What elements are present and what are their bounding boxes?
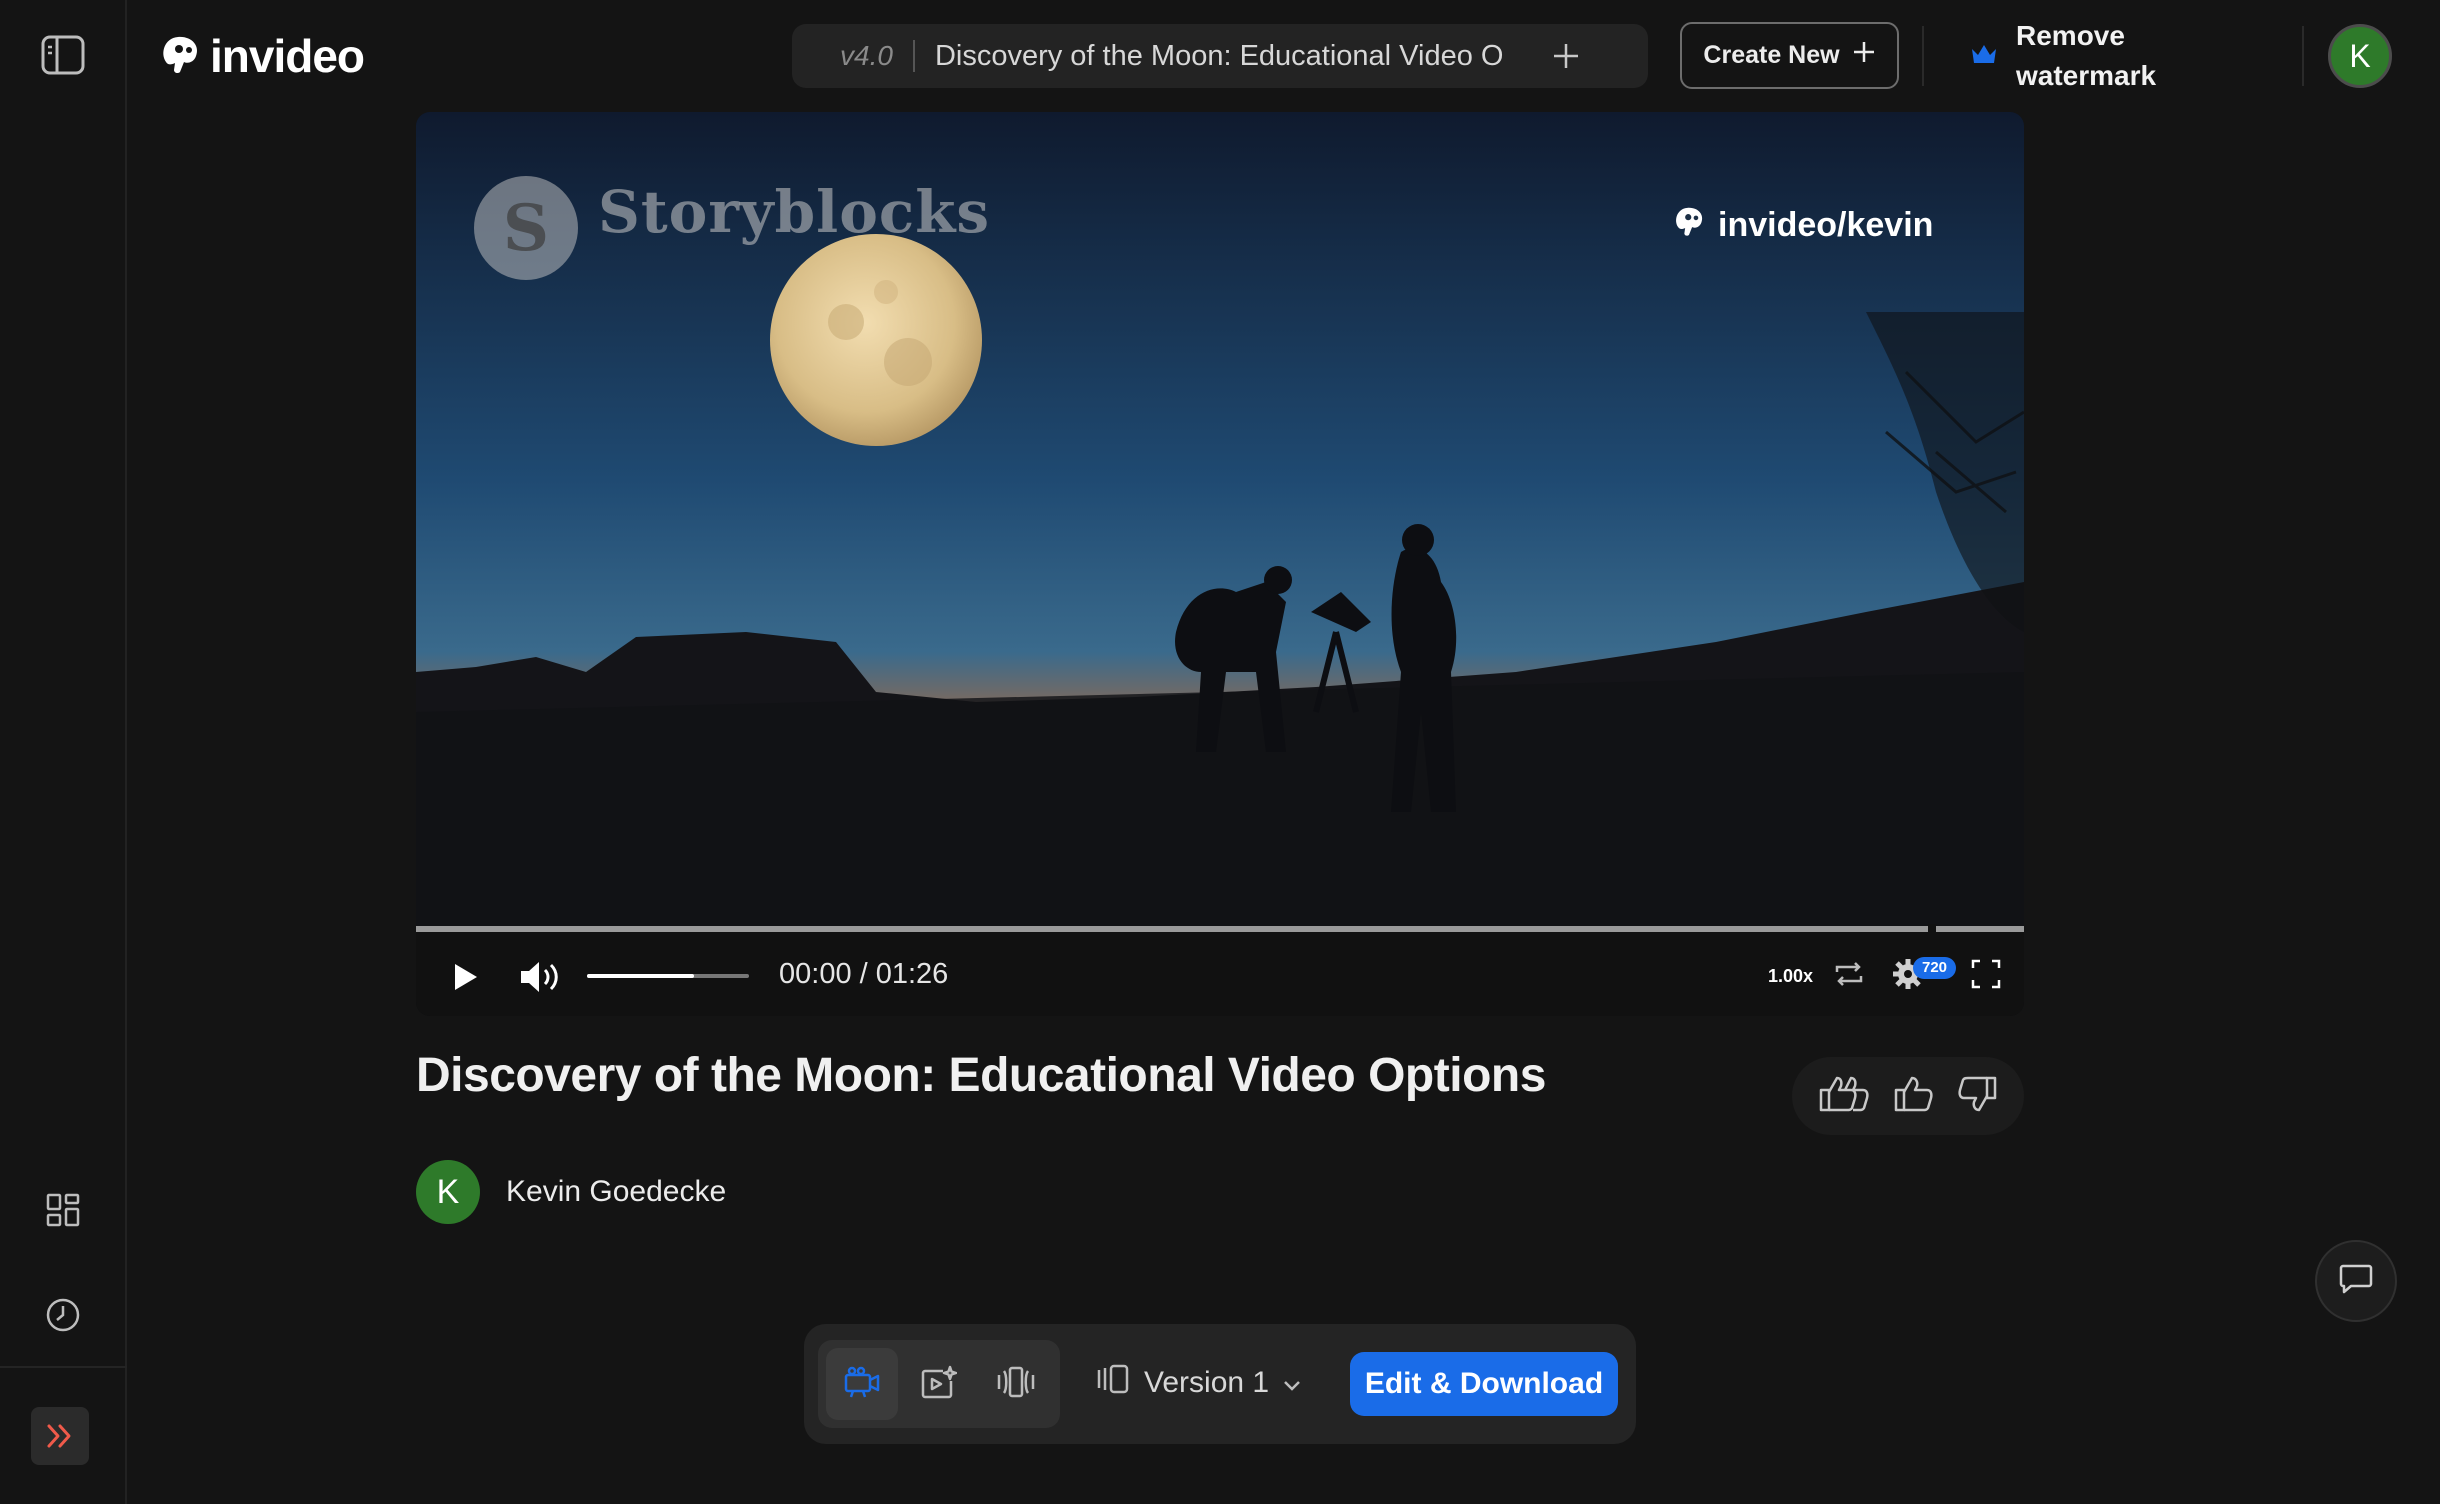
header-divider xyxy=(1922,26,1924,86)
add-icon[interactable] xyxy=(1550,40,1582,72)
playback-speed[interactable]: 1.00x xyxy=(1768,966,1813,987)
video-player[interactable]: S Storyblocks invideo/kevin 00:00 / 01:2… xyxy=(416,112,2024,1016)
remove-watermark-button[interactable]: Remove watermark xyxy=(1970,16,2176,96)
view-mode-group xyxy=(818,1340,1060,1428)
version-label: Version 1 xyxy=(1144,1366,1270,1399)
quality-badge: 720 xyxy=(1913,957,1957,979)
sidebar-toggle-icon[interactable] xyxy=(38,30,88,80)
fullscreen-icon[interactable] xyxy=(1966,954,2006,994)
create-new-label: Create New xyxy=(1703,41,1840,69)
play-icon[interactable] xyxy=(440,952,490,1002)
edit-download-button[interactable]: Edit & Download xyxy=(1350,1352,1618,1416)
overlay-brand-text: invideo/kevin xyxy=(1718,206,1934,244)
svg-text:S: S xyxy=(503,191,549,266)
header-divider-2 xyxy=(2302,26,2304,86)
remove-watermark-label: Remove watermark xyxy=(2016,20,2157,91)
brand-name: invideo xyxy=(210,30,365,82)
project-title[interactable]: Discovery of the Moon: Educational Video… xyxy=(935,40,1505,73)
versions-icon xyxy=(1096,1364,1130,1402)
author-avatar[interactable]: K xyxy=(416,1160,480,1224)
progress-marker xyxy=(1927,924,1936,934)
plus-icon xyxy=(1852,40,1876,71)
time-display: 00:00 / 01:26 xyxy=(779,958,949,990)
vibrate-device-icon xyxy=(997,1365,1035,1404)
version-label: v4.0 xyxy=(840,40,893,71)
reaction-bar xyxy=(1792,1057,2024,1135)
brand-logo[interactable]: invideo xyxy=(158,28,365,84)
bottom-dock: Version 1 Edit & Download xyxy=(804,1324,1636,1444)
user-avatar[interactable]: K xyxy=(2328,24,2392,88)
version-select[interactable]: Version 1 xyxy=(1096,1364,1301,1402)
chat-icon xyxy=(2339,1263,2373,1300)
volume-slider[interactable] xyxy=(587,974,749,978)
author-row: K Kevin Goedecke xyxy=(416,1160,726,1224)
crown-icon xyxy=(1970,42,1998,71)
double-thumbs-up-icon[interactable] xyxy=(1819,1074,1871,1119)
portrait-mode-button[interactable] xyxy=(980,1348,1052,1420)
ai-edit-mode-button[interactable] xyxy=(903,1348,975,1420)
create-new-button[interactable]: Create New xyxy=(1680,22,1899,89)
overlay-brand: invideo/kevin xyxy=(1672,204,1933,247)
thumbs-up-icon[interactable] xyxy=(1894,1074,1934,1119)
sidebar xyxy=(0,0,127,1504)
sidebar-divider xyxy=(0,1366,127,1368)
logo-icon xyxy=(158,32,202,81)
video-camera-icon xyxy=(843,1365,881,1404)
logo-icon xyxy=(1672,204,1706,247)
history-icon[interactable] xyxy=(38,1290,88,1340)
thumbs-down-icon[interactable] xyxy=(1957,1074,1997,1119)
loop-icon[interactable] xyxy=(1829,954,1869,994)
progress-bar[interactable] xyxy=(416,926,2024,932)
project-title-bar[interactable]: v4.0 Discovery of the Moon: Educational … xyxy=(792,24,1648,88)
video-title: Discovery of the Moon: Educational Video… xyxy=(416,1049,1546,1102)
volume-icon[interactable] xyxy=(516,952,566,1002)
chat-button[interactable] xyxy=(2315,1240,2397,1322)
chevron-down-icon xyxy=(1283,1366,1301,1400)
title-separator xyxy=(912,40,915,72)
expand-icon[interactable] xyxy=(31,1407,89,1465)
storyblocks-watermark: Storyblocks xyxy=(598,178,991,246)
volume-level xyxy=(587,974,694,978)
video-mode-button[interactable] xyxy=(826,1348,898,1420)
grid-icon[interactable] xyxy=(38,1185,88,1235)
author-name[interactable]: Kevin Goedecke xyxy=(506,1175,726,1209)
storyblocks-logo-icon: S xyxy=(474,176,578,280)
sparkle-image-icon xyxy=(921,1365,958,1404)
